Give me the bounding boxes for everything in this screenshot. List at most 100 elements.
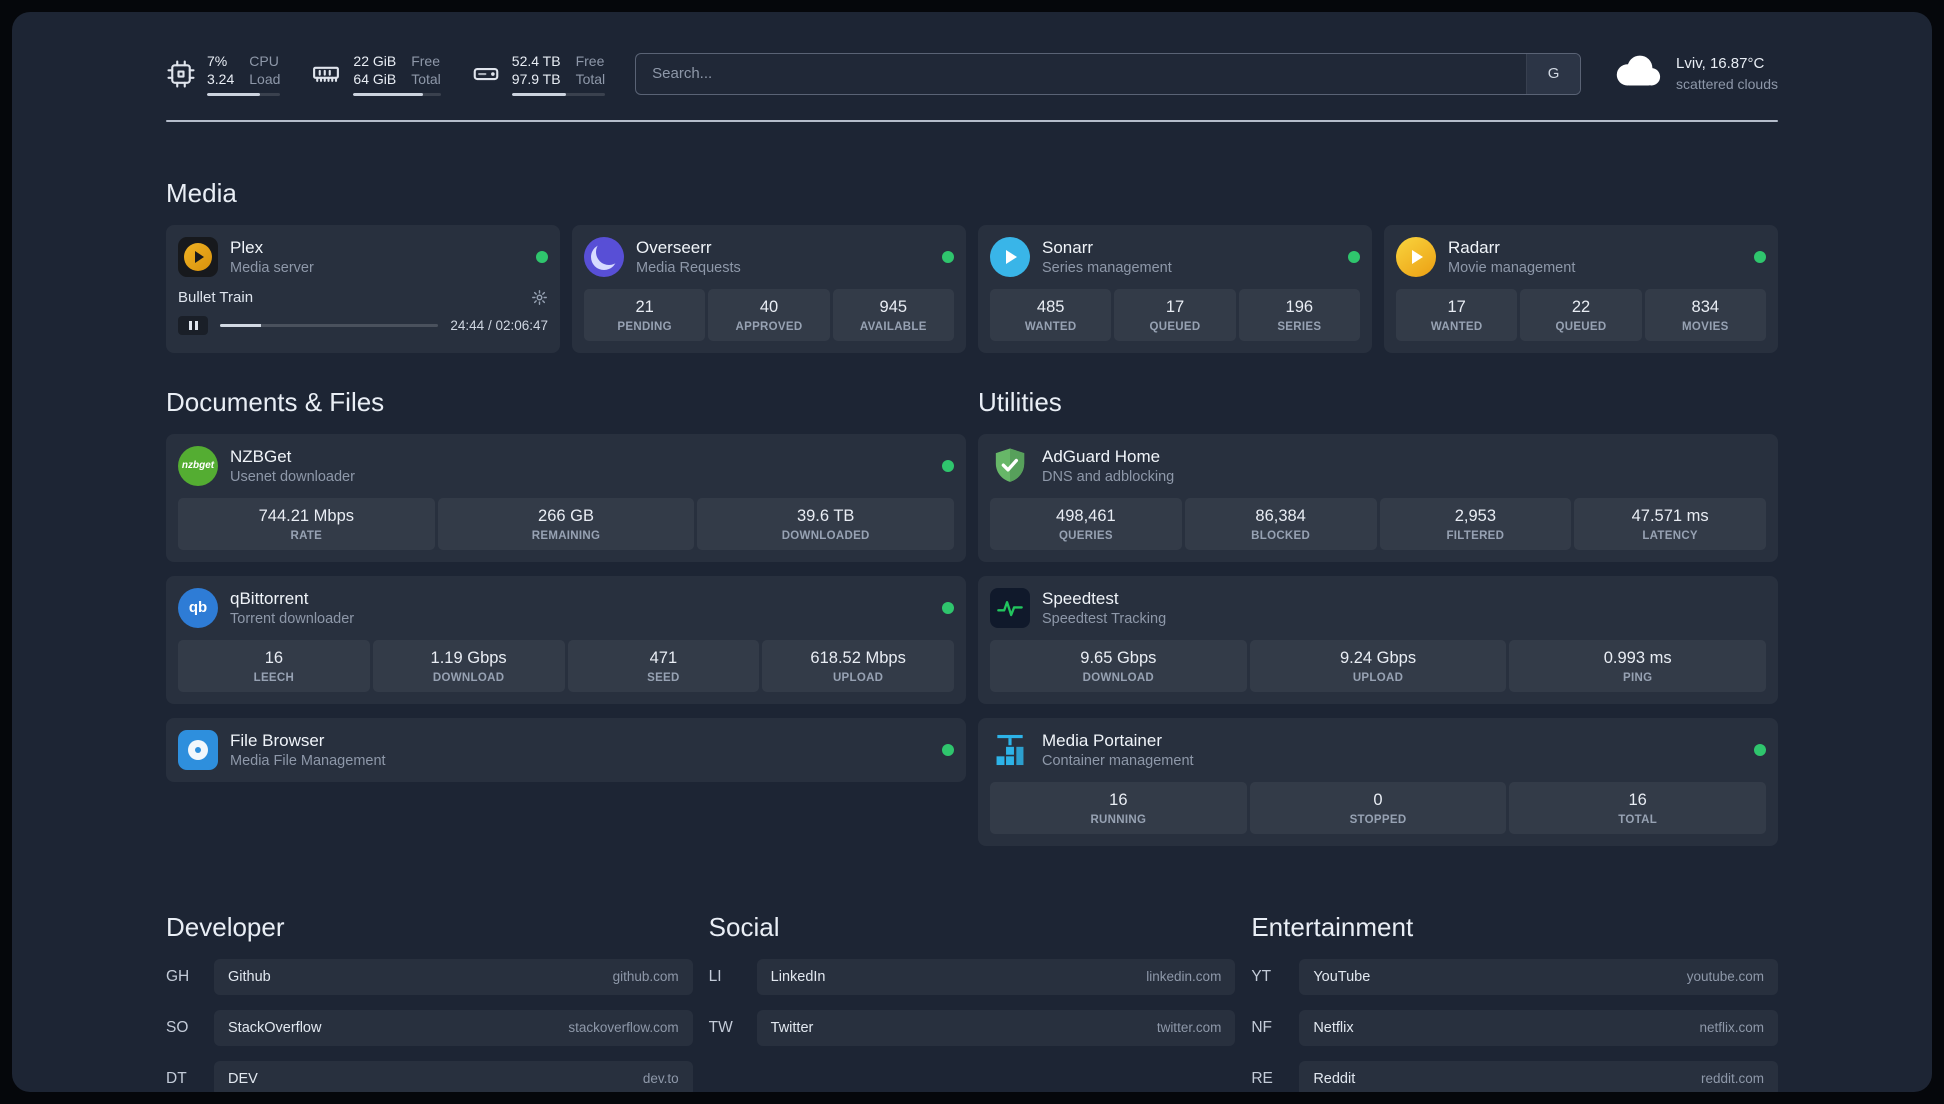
stat-value: 618.52 Mbps <box>810 648 906 667</box>
stat-value: 16 <box>264 648 284 667</box>
bookmark-linkedin: LI LinkedIn linkedin.com <box>709 958 1236 995</box>
service-description: Media Requests <box>636 259 741 276</box>
bookmark-link-reddit[interactable]: Reddit reddit.com <box>1299 1060 1778 1092</box>
bookmark-name: YouTube <box>1313 968 1371 985</box>
memory-free-value: 22 GiB <box>353 53 397 69</box>
stat-value: 17 <box>1447 297 1466 316</box>
stat-label: TOTAL <box>1618 813 1658 826</box>
stat-box: 2,953 FILTERED <box>1379 497 1572 550</box>
bookmark-abbr: NF <box>1251 1018 1272 1036</box>
service-card-radarr[interactable]: Radarr Movie management 17 WANTED 22 QUE… <box>1384 224 1778 353</box>
memory-icon <box>310 59 342 89</box>
bookmark-stackoverflow: SO StackOverflow stackoverflow.com <box>166 1009 693 1046</box>
service-description: Movie management <box>1448 259 1576 276</box>
service-name: Plex <box>230 237 264 257</box>
status-dot <box>942 601 954 614</box>
stat-label: DOWNLOAD <box>432 671 505 684</box>
service-card-portainer[interactable]: Media Portainer Container management 16 … <box>978 717 1778 846</box>
bookmark-link-youtube[interactable]: YouTube youtube.com <box>1299 958 1778 995</box>
status-dot <box>942 459 954 472</box>
service-name: Media Portainer <box>1042 730 1163 750</box>
service-description: Series management <box>1042 259 1172 276</box>
stat-value: 9.65 Gbps <box>1080 648 1157 667</box>
stat-label: RUNNING <box>1090 813 1147 826</box>
service-card-nzbget[interactable]: nzbget NZBGet Usenet downloader 744.21 M… <box>166 433 966 562</box>
bookmark-link-dev[interactable]: DEV dev.to <box>214 1060 693 1092</box>
status-dot <box>1348 250 1360 263</box>
bookmark-abbr: DT <box>166 1069 187 1087</box>
service-card-filebrowser[interactable]: File Browser Media File Management <box>166 717 966 782</box>
stat-value: 0 <box>1373 790 1383 809</box>
stat-value: 471 <box>649 648 678 667</box>
search-provider-button[interactable]: G <box>1526 53 1581 94</box>
bookmark-reddit: RE Reddit reddit.com <box>1251 1060 1778 1092</box>
service-name: Overseerr <box>636 237 712 257</box>
stat-box: 498,461 QUERIES <box>990 497 1182 550</box>
bookmark-url: twitter.com <box>1156 1020 1222 1036</box>
stat-value: 2,953 <box>1454 506 1497 525</box>
bookmark-group-title: Entertainment <box>1251 911 1414 942</box>
section-title-utilities: Utilities <box>978 386 1062 417</box>
section-title-documents: Documents & Files <box>166 386 385 417</box>
stat-value: 0.993 ms <box>1603 648 1672 667</box>
stat-box: 0 STOPPED <box>1249 781 1507 834</box>
stat-label: DOWNLOAD <box>1082 671 1155 684</box>
stat-box: 47.571 ms LATENCY <box>1574 497 1766 550</box>
service-card-plex[interactable]: Plex Media server Bullet Train 24:44 / 0… <box>166 224 560 353</box>
bookmark-twitter: TW Twitter twitter.com <box>708 1009 1236 1046</box>
stat-value: 39.6 TB <box>796 506 855 525</box>
cpu-load-label: Load <box>249 71 281 88</box>
disk-free-value: 52.4 TB <box>511 53 561 69</box>
stat-label: RATE <box>290 529 323 542</box>
service-name: Radarr <box>1448 237 1500 257</box>
stat-label: UPLOAD <box>1352 671 1404 684</box>
cpu-load-value: 3.24 <box>207 71 235 88</box>
stat-box: 86,384 BLOCKED <box>1184 497 1377 550</box>
service-card-qbittorrent[interactable]: qb qBittorrent Torrent downloader 16 LEE… <box>166 575 966 704</box>
search-input[interactable] <box>636 53 1527 94</box>
bookmark-link-twitter[interactable]: Twitter twitter.com <box>756 1009 1236 1046</box>
stat-box: 618.52 Mbps UPLOAD <box>762 639 954 692</box>
stat-box: 266 GB REMAINING <box>437 497 695 550</box>
stat-label: QUEUED <box>1149 320 1201 333</box>
service-card-speedtest[interactable]: Speedtest Speedtest Tracking 9.65 Gbps D… <box>978 575 1778 704</box>
sonarr-icon <box>990 236 1030 277</box>
service-name: Speedtest <box>1042 588 1119 608</box>
cloud-icon <box>1611 53 1663 94</box>
stat-label: WANTED <box>1024 320 1077 333</box>
service-description: Media server <box>230 259 314 276</box>
resource-widget-cpu: 7% 3.24 CPU Load <box>166 52 281 96</box>
stat-label: QUEUED <box>1555 320 1607 333</box>
bookmark-group-title: Social <box>708 911 780 942</box>
search-bar: G <box>635 52 1582 95</box>
cpu-usage-label: CPU <box>249 53 279 69</box>
pause-button[interactable] <box>178 315 208 335</box>
bookmark-link-linkedin[interactable]: LinkedIn linkedin.com <box>756 958 1236 995</box>
bookmark-url: linkedin.com <box>1146 969 1222 985</box>
bookmark-netflix: NF Netflix netflix.com <box>1251 1009 1778 1046</box>
stat-box: 17 QUEUED <box>1114 288 1236 341</box>
stat-label: BLOCKED <box>1251 529 1311 542</box>
bookmark-abbr: TW <box>708 1018 733 1036</box>
stat-box: 485 WANTED <box>990 288 1112 341</box>
stat-label: PING <box>1623 671 1653 684</box>
bookmark-link-netflix[interactable]: Netflix netflix.com <box>1299 1009 1778 1046</box>
gear-icon[interactable] <box>531 289 548 306</box>
speedtest-icon <box>990 587 1030 628</box>
stat-label: WANTED <box>1430 320 1483 333</box>
stat-box: 16 TOTAL <box>1509 781 1767 834</box>
service-card-adguard[interactable]: AdGuard Home DNS and adblocking 498,461 … <box>978 433 1778 562</box>
qbittorrent-icon: qb <box>178 587 218 628</box>
service-card-sonarr[interactable]: Sonarr Series management 485 WANTED 17 Q… <box>978 224 1372 353</box>
service-card-overseerr[interactable]: Overseerr Media Requests 21 PENDING 40 A… <box>572 224 966 353</box>
stat-box: 1.19 Gbps DOWNLOAD <box>372 639 565 692</box>
bookmark-link-github[interactable]: Github github.com <box>214 958 693 995</box>
stat-label: SEED <box>647 671 680 684</box>
player-progress-bar[interactable] <box>220 323 439 327</box>
stat-value: 40 <box>759 297 779 316</box>
bookmark-link-stackoverflow[interactable]: StackOverflow stackoverflow.com <box>214 1009 693 1046</box>
memory-usage-bar <box>353 92 441 96</box>
bookmark-abbr: SO <box>166 1018 189 1036</box>
stat-box: 16 LEECH <box>178 639 370 692</box>
bookmark-url: netflix.com <box>1699 1020 1764 1036</box>
